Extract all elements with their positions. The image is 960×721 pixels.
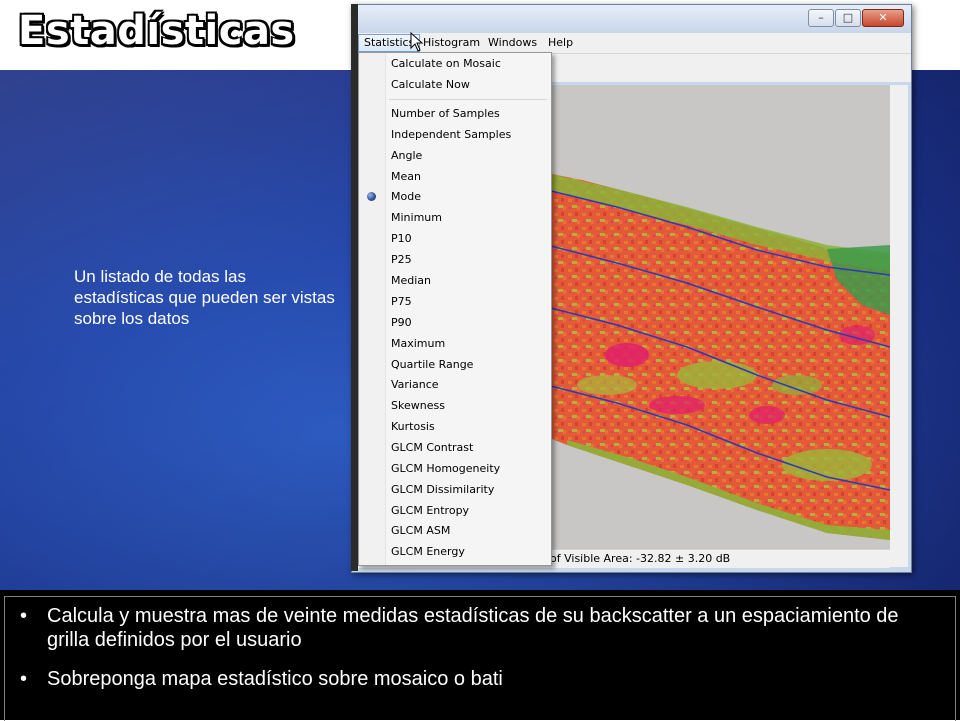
menu-item-glcm-energy[interactable]: GLCM Energy (391, 542, 465, 562)
menu-item-variance[interactable]: Variance (391, 375, 439, 395)
selected-radio-icon (367, 192, 376, 201)
menu-item-quartile-range[interactable]: Quartile Range (391, 355, 473, 375)
menu-bar: Statistics Histogram Windows Help (352, 33, 911, 54)
callout-text: Un listado de todas las estadísticas que… (74, 267, 335, 328)
menu-item-calculate-now[interactable]: Calculate Now (391, 75, 470, 95)
minimize-button[interactable]: – (808, 9, 834, 27)
statistics-menu: Calculate on Mosaic Calculate Now Number… (358, 52, 552, 566)
menu-item-p25[interactable]: P25 (391, 250, 412, 270)
menu-item-maximum[interactable]: Maximum (391, 334, 445, 354)
menu-item-calculate-on-mosaic[interactable]: Calculate on Mosaic (391, 54, 501, 74)
menu-item-p10[interactable]: P10 (391, 229, 412, 249)
menu-item-p90[interactable]: P90 (391, 313, 412, 333)
menu-gutter (359, 53, 386, 565)
menu-item-skewness[interactable]: Skewness (391, 396, 445, 416)
maximize-button[interactable]: □ (835, 9, 861, 27)
menu-item-kurtosis[interactable]: Kurtosis (391, 417, 435, 437)
title-bar[interactable]: – □ ✕ (352, 5, 911, 33)
slide-title: Estadísticas (18, 8, 295, 54)
menu-item-glcm-contrast[interactable]: GLCM Contrast (391, 438, 473, 458)
vertical-scrollbar[interactable] (890, 85, 908, 567)
menu-item-number-of-samples[interactable]: Number of Samples (391, 104, 500, 124)
menu-item-mode[interactable]: Mode (391, 187, 421, 207)
menu-item-glcm-entropy[interactable]: GLCM Entropy (391, 501, 469, 521)
menu-item-angle[interactable]: Angle (391, 146, 422, 166)
menu-item-mean[interactable]: Mean (391, 167, 421, 187)
menu-item-independent-samples[interactable]: Independent Samples (391, 125, 511, 145)
bullet-text: Sobreponga mapa estadístico sobre mosaic… (47, 668, 503, 690)
menu-item-glcm-homogeneity[interactable]: GLCM Homogeneity (391, 459, 500, 479)
mouse-cursor-icon (410, 32, 424, 52)
bullet-marker: • (20, 605, 28, 627)
bullet-marker: • (20, 668, 28, 690)
menu-item-p75[interactable]: P75 (391, 292, 412, 312)
bullet-text: Calcula y muestra mas de veinte medidas … (47, 605, 899, 651)
menu-help[interactable]: Help (543, 35, 578, 51)
close-button[interactable]: ✕ (862, 9, 904, 27)
menu-separator (389, 99, 547, 100)
menu-item-glcm-dissimilarity[interactable]: GLCM Dissimilarity (391, 480, 494, 500)
menu-histogram[interactable]: Histogram (418, 35, 485, 51)
menu-item-median[interactable]: Median (391, 271, 431, 291)
menu-item-minimum[interactable]: Minimum (391, 208, 442, 228)
menu-windows[interactable]: Windows (483, 35, 542, 51)
window-left-edge (351, 4, 358, 571)
menu-item-glcm-asm[interactable]: GLCM ASM (391, 521, 450, 541)
status-text: of Visible Area: -32.82 ± 3.20 dB (550, 552, 731, 565)
